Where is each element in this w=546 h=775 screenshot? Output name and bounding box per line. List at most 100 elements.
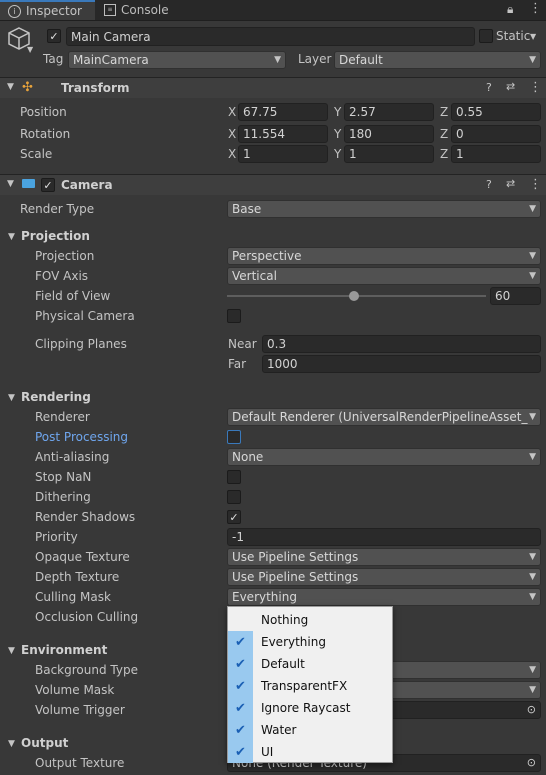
menu-item-label: Everything xyxy=(261,635,326,649)
output-header[interactable]: Output xyxy=(21,736,68,750)
menu-item-label: TransparentFX xyxy=(261,679,348,693)
foldout-arrow-icon[interactable]: ▼ xyxy=(8,739,15,749)
check-icon: ✔ xyxy=(228,675,253,697)
position-x-field[interactable]: 67.75 xyxy=(238,103,328,121)
axis-y-label[interactable]: Y xyxy=(334,147,341,161)
anti-aliasing-dropdown[interactable]: None ▼ xyxy=(227,448,541,466)
camera-enabled-checkbox[interactable]: ✓ xyxy=(41,178,55,192)
rotation-z-field[interactable]: 0 xyxy=(451,125,541,143)
axis-y-label[interactable]: Y xyxy=(334,105,341,119)
position-label: Position xyxy=(20,105,67,119)
static-checkbox[interactable] xyxy=(479,29,493,43)
foldout-arrow-icon[interactable]: ▼ xyxy=(7,179,14,189)
layer-dropdown[interactable]: Default ▼ xyxy=(334,51,541,69)
transform-header[interactable]: ▼ ✣ Transform ? ⇄ ⋮ xyxy=(0,77,546,98)
dithering-checkbox[interactable] xyxy=(227,490,241,504)
physical-camera-checkbox[interactable] xyxy=(227,309,241,323)
chevron-down-icon: ▼ xyxy=(529,204,536,214)
tab-console[interactable]: ≡ Console xyxy=(96,0,186,20)
axis-z-label[interactable]: Z xyxy=(440,127,448,141)
foldout-arrow-icon[interactable]: ▼ xyxy=(8,646,15,656)
more-menu-icon[interactable]: ⋮ xyxy=(529,1,542,16)
axis-y-label[interactable]: Y xyxy=(334,127,341,141)
help-icon[interactable]: ? xyxy=(486,178,492,191)
tag-dropdown[interactable]: MainCamera ▼ xyxy=(68,51,286,69)
renderer-dropdown[interactable]: Default Renderer (UniversalRenderPipelin… xyxy=(227,408,541,426)
post-processing-checkbox[interactable] xyxy=(227,430,241,444)
tab-inspector[interactable]: i Inspector xyxy=(0,0,95,20)
far-field[interactable]: 1000 xyxy=(262,355,541,373)
rotation-x-field[interactable]: 11.554 xyxy=(238,125,328,143)
help-icon[interactable]: ? xyxy=(486,81,492,94)
menu-item-ui[interactable]: ✔ UI xyxy=(228,741,392,763)
chevron-down-icon: ▼ xyxy=(529,412,536,422)
axis-z-label[interactable]: Z xyxy=(440,105,448,119)
culling-mask-dropdown[interactable]: Everything ▼ xyxy=(227,588,541,606)
scale-z-field[interactable]: 1 xyxy=(451,145,541,163)
menu-item-transparentfx[interactable]: ✔ TransparentFX xyxy=(228,675,392,697)
depth-texture-dropdown[interactable]: Use Pipeline Settings ▼ xyxy=(227,568,541,586)
menu-item-default[interactable]: ✔ Default xyxy=(228,653,392,675)
axis-x-label[interactable]: X xyxy=(228,147,236,161)
menu-item-ignore-raycast[interactable]: ✔ Ignore Raycast xyxy=(228,697,392,719)
foldout-arrow-icon[interactable]: ▼ xyxy=(8,232,15,242)
active-checkbox[interactable]: ✓ xyxy=(47,29,61,43)
component-menu-icon[interactable]: ⋮ xyxy=(529,80,542,95)
rotation-y-field[interactable]: 180 xyxy=(344,125,434,143)
fov-slider-thumb[interactable] xyxy=(349,291,359,301)
axis-z-label[interactable]: Z xyxy=(440,147,448,161)
menu-item-label: Nothing xyxy=(261,613,309,627)
axis-x-label[interactable]: X xyxy=(228,127,236,141)
near-field[interactable]: 0.3 xyxy=(262,335,541,353)
tag-label: Tag xyxy=(43,52,64,66)
render-shadows-label: Render Shadows xyxy=(35,510,136,524)
occlusion-culling-label: Occlusion Culling xyxy=(35,610,139,624)
info-icon: i xyxy=(8,4,21,18)
menu-item-water[interactable]: ✔ Water xyxy=(228,719,392,741)
object-name-field[interactable]: Main Camera xyxy=(66,27,475,46)
foldout-arrow-icon[interactable]: ▼ xyxy=(7,82,14,92)
position-y-field[interactable]: 2.57 xyxy=(344,103,434,121)
lock-icon[interactable]: 🔒︎ xyxy=(507,2,513,17)
object-picker-icon[interactable]: ⊙ xyxy=(527,703,536,716)
opaque-texture-dropdown[interactable]: Use Pipeline Settings ▼ xyxy=(227,548,541,566)
chevron-down-icon: ▼ xyxy=(529,665,536,675)
scale-x-field[interactable]: 1 xyxy=(238,145,328,163)
projection-dropdown[interactable]: Perspective ▼ xyxy=(227,247,541,265)
component-menu-icon[interactable]: ⋮ xyxy=(529,177,542,192)
environment-header[interactable]: Environment xyxy=(21,643,107,657)
axis-x-label[interactable]: X xyxy=(228,105,236,119)
menu-item-everything[interactable]: ✔ Everything xyxy=(228,631,392,653)
chevron-down-icon[interactable]: ▼ xyxy=(27,45,33,54)
preset-icon[interactable]: ⇄ xyxy=(506,177,515,190)
foldout-arrow-icon[interactable]: ▼ xyxy=(8,393,15,403)
background-type-label: Background Type xyxy=(35,663,138,677)
chevron-down-icon: ▼ xyxy=(274,55,281,65)
fov-label: Field of View xyxy=(35,289,111,303)
menu-item-nothing[interactable]: Nothing xyxy=(228,609,392,631)
depth-texture-value: Use Pipeline Settings xyxy=(232,570,359,584)
fov-slider[interactable] xyxy=(227,287,486,305)
rendering-header[interactable]: Rendering xyxy=(21,390,91,404)
render-shadows-checkbox[interactable]: ✓ xyxy=(227,510,241,524)
rotation-label: Rotation xyxy=(20,127,71,141)
priority-field[interactable]: -1 xyxy=(227,528,541,546)
stop-nan-checkbox[interactable] xyxy=(227,470,241,484)
fov-axis-dropdown[interactable]: Vertical ▼ xyxy=(227,267,541,285)
render-type-value: Base xyxy=(232,202,262,216)
projection-header[interactable]: Projection xyxy=(21,229,90,243)
check-icon: ✔ xyxy=(228,741,253,763)
check-icon xyxy=(228,609,253,631)
scale-y-field[interactable]: 1 xyxy=(344,145,434,163)
position-z-field[interactable]: 0.55 xyxy=(451,103,541,121)
dithering-label: Dithering xyxy=(35,490,91,504)
physical-camera-label: Physical Camera xyxy=(35,309,135,323)
fov-value-field[interactable]: 60 xyxy=(490,287,541,305)
object-picker-icon[interactable]: ⊙ xyxy=(527,756,536,769)
preset-icon[interactable]: ⇄ xyxy=(506,80,515,93)
culling-mask-menu: Nothing ✔ Everything ✔ Default ✔ Transpa… xyxy=(227,606,393,763)
render-type-dropdown[interactable]: Base ▼ xyxy=(227,200,541,218)
renderer-value: Default Renderer (UniversalRenderPipelin… xyxy=(232,410,528,424)
camera-header[interactable]: ▼ ✓ Camera ? ⇄ ⋮ xyxy=(0,174,546,195)
static-dropdown-icon[interactable]: ▼ xyxy=(530,32,536,41)
